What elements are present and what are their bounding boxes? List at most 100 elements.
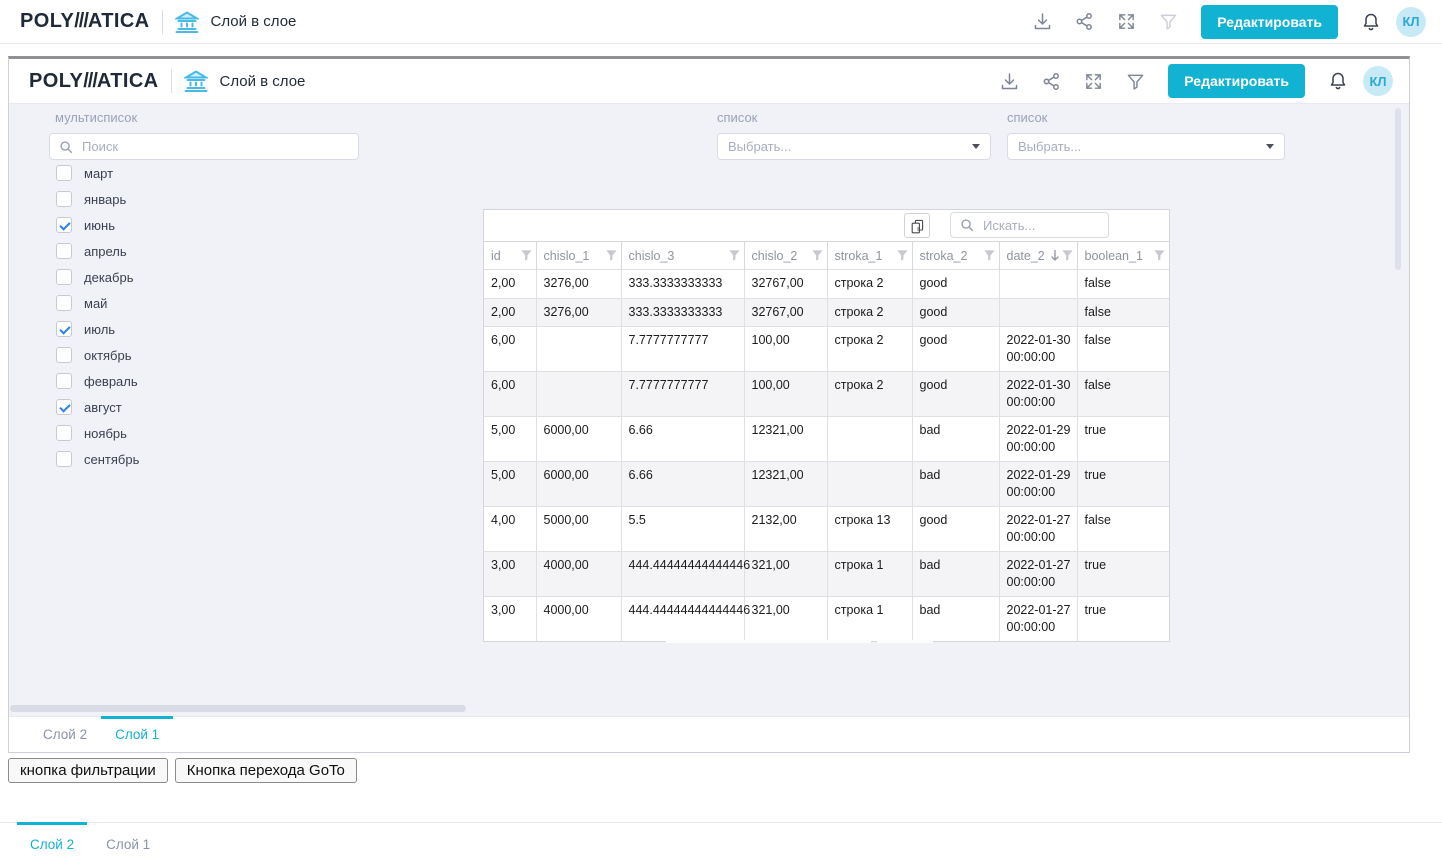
checkbox[interactable] [56,373,72,389]
checkbox-item[interactable]: май [49,290,359,316]
checkbox-item[interactable]: июнь [49,212,359,238]
checkbox[interactable] [56,451,72,467]
checkbox[interactable] [56,243,72,259]
checkbox-item[interactable]: июль [49,316,359,342]
column-label: stroka_1 [835,249,883,263]
filter-funnel-icon[interactable] [605,249,618,262]
dashboard-body: мультисписок мартянварьиюньапрельдекабрь… [9,104,1409,716]
expand-icon[interactable] [1109,5,1143,39]
table-cell: 6000,00 [536,462,621,507]
checkbox[interactable] [56,347,72,363]
table-cell: 6.66 [621,462,744,507]
select-label: список [717,110,991,125]
bell-icon[interactable] [1354,5,1388,39]
checkbox-item[interactable]: февраль [49,368,359,394]
expand-icon[interactable] [1076,64,1110,98]
column-header[interactable]: date_2 [999,242,1077,270]
multilist-search-input[interactable] [80,138,349,155]
checkbox[interactable] [56,165,72,181]
checkbox-item[interactable]: август [49,394,359,420]
table-cell: 6,00 [484,372,536,417]
logo-slashes: /// [74,10,88,32]
column-header[interactable]: chislo_3 [621,242,744,270]
checkbox-item[interactable]: сентябрь [49,446,359,472]
edit-button[interactable]: Редактировать [1201,5,1338,39]
table-cell: true [1077,417,1169,462]
select-dropdown[interactable]: Выбрать... [717,133,991,160]
checkbox[interactable] [56,425,72,441]
checkbox-item[interactable]: ноябрь [49,420,359,446]
bell-icon[interactable] [1321,64,1355,98]
frame-tab-слой-1[interactable]: Слой 1 [101,717,173,752]
checkbox[interactable] [56,191,72,207]
avatar[interactable]: КЛ [1363,66,1393,96]
column-header-inner: stroka_2 [920,249,996,263]
column-header[interactable]: stroka_2 [912,242,999,270]
share-icon[interactable] [1067,5,1101,39]
table-cell: bad [912,417,999,462]
checkbox-item[interactable]: апрель [49,238,359,264]
table-cell: 321,00 [744,552,827,597]
table-header-row: idchislo_1chislo_3chislo_2 stroka_1 stroka… [484,242,1169,270]
column-header[interactable]: stroka_1 [827,242,912,270]
checkbox[interactable] [56,269,72,285]
filter-funnel-icon[interactable] [520,249,533,262]
column-header[interactable]: chislo_1 [536,242,621,270]
goto-button[interactable]: Кнопка перехода GoTo [175,758,357,783]
multilist-search[interactable] [49,133,359,160]
edit-button[interactable]: Редактировать [1168,64,1305,98]
horizontal-scrollbar-thumb[interactable] [10,705,466,712]
select-placeholder: Выбрать... [1018,139,1081,154]
table-cell: good [912,372,999,417]
download-icon[interactable] [1025,5,1059,39]
table-hscrollbar-thumb[interactable] [877,640,933,643]
logo-part2: ATICA [97,70,159,92]
checkbox-item[interactable]: март [49,160,359,186]
table-cell: строка 2 [827,327,912,372]
filter-funnel-icon[interactable] [983,249,996,262]
avatar[interactable]: КЛ [1396,7,1426,37]
checkbox-label: апрель [84,244,127,259]
column-header[interactable]: chislo_2 [744,242,827,270]
inner-header: POLY///ATICA Слой в слое [9,59,1409,104]
polymatica-logo: POLY///ATICA [29,70,159,93]
checkbox-item[interactable]: декабрь [49,264,359,290]
table-search-input[interactable] [981,217,1099,234]
filter-funnel-icon[interactable] [1153,249,1166,262]
filter-funnel-icon[interactable] [728,249,741,262]
checkbox[interactable] [56,217,72,233]
table-hscrollbar-thumb[interactable] [666,640,871,643]
filter-icon[interactable] [1118,64,1152,98]
filter-funnel-icon[interactable] [1061,249,1074,262]
checkbox[interactable] [56,321,72,337]
checkbox[interactable] [56,295,72,311]
share-icon[interactable] [1034,64,1068,98]
filter-icon[interactable] [1151,5,1185,39]
bottom-tab-слой-1[interactable]: Слой 1 [93,823,163,865]
checkbox-item[interactable]: январь [49,186,359,212]
checkbox-item[interactable]: октябрь [49,342,359,368]
column-icons [1153,249,1166,262]
embedded-frame: POLY///ATICA Слой в слое [8,56,1410,753]
table-row: 4,005000,005.52132,00строка 13good2022-0… [484,507,1169,552]
table-cell: строка 2 [827,298,912,327]
select-dropdown[interactable]: Выбрать... [1007,133,1285,160]
column-header[interactable]: id [484,242,536,270]
filter-funnel-icon[interactable] [896,249,909,262]
column-header[interactable]: boolean_1 [1077,242,1169,270]
table-cell: false [1077,270,1169,299]
table-row: 2,003276,00333.333333333332767,00строка … [484,270,1169,299]
vertical-scrollbar-thumb[interactable] [1395,108,1401,270]
table-row: 6,007.7777777777100,00строка 2good2022-0… [484,372,1169,417]
frame-tab-слой-2[interactable]: Слой 2 [29,717,101,752]
table-cell: good [912,298,999,327]
filter-funnel-icon[interactable] [811,249,824,262]
copy-icon[interactable] [904,213,930,238]
checkbox[interactable] [56,399,72,415]
filter-button[interactable]: кнопка фильтрации [8,758,168,783]
bottom-tab-слой-2[interactable]: Слой 2 [17,823,87,865]
table-search[interactable] [950,212,1109,238]
download-icon[interactable] [992,64,1026,98]
checkbox-label: май [84,296,107,311]
header-actions: Редактировать КЛ [1025,5,1426,39]
